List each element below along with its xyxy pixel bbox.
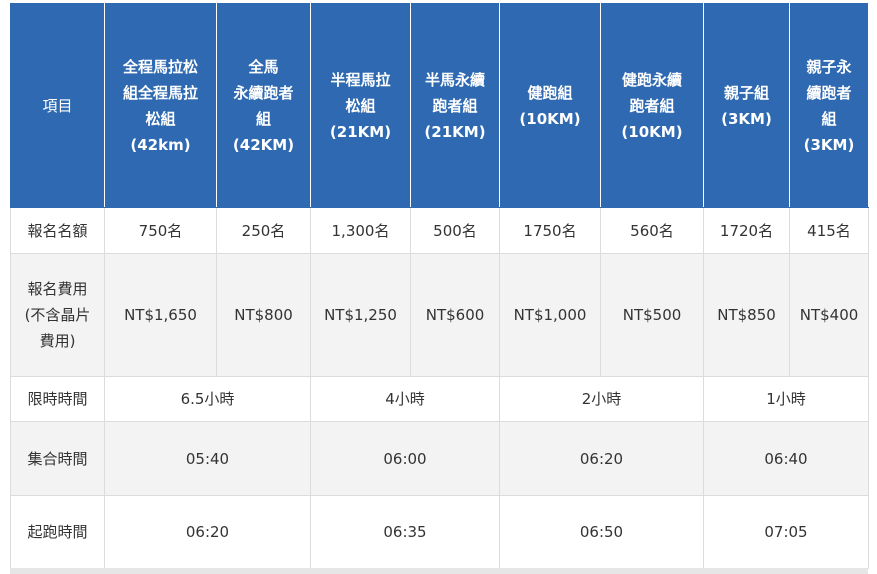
fee-row: 報名費用 (不含晶片 費用) NT$1,650 NT$800 NT$1,250 … xyxy=(10,253,869,377)
fee-cell: NT$600 xyxy=(410,253,500,377)
header-distance: (3KM) xyxy=(803,135,855,154)
fee-label-line: (不含晶片 xyxy=(24,306,91,324)
header-distance: (10KM) xyxy=(621,122,683,141)
header-line: 組全程馬拉 xyxy=(122,83,198,102)
time-limit-cell: 4小時 xyxy=(310,376,500,422)
header-full-marathon: 全程馬拉松 組全程馬拉 松組 (42km) xyxy=(104,3,217,208)
header-line: 永續跑者 xyxy=(233,83,294,102)
quota-cell: 750名 xyxy=(104,207,217,254)
quota-cell: 1750名 xyxy=(499,207,601,254)
header-distance: (42km) xyxy=(130,135,191,154)
header-fun-run: 健跑組 (10KM) xyxy=(499,3,601,208)
time-limit-label: 限時時間 xyxy=(10,376,105,422)
time-limit-cell: 2小時 xyxy=(499,376,704,422)
quota-cell: 250名 xyxy=(216,207,311,254)
quota-row: 報名名額 750名 250名 1,300名 500名 1750名 560名 17… xyxy=(10,207,869,254)
header-half-marathon: 半程馬拉 松組 (21KM) xyxy=(310,3,411,208)
header-distance: (21KM) xyxy=(424,122,486,141)
gather-cell: 06:00 xyxy=(310,421,500,496)
quota-cell: 560名 xyxy=(600,207,704,254)
start-row: 起跑時間 06:20 06:35 06:50 07:05 xyxy=(10,495,869,569)
header-row: 項目 全程馬拉松 組全程馬拉 松組 (42km) 全馬 永續跑者 組 (42KM… xyxy=(10,3,869,208)
fee-cell: NT$1,250 xyxy=(310,253,411,377)
time-limit-cell: 1小時 xyxy=(703,376,869,422)
header-line: 組 xyxy=(821,109,837,128)
header-distance: (21KM) xyxy=(329,122,392,141)
fee-cell: NT$800 xyxy=(216,253,311,377)
header-line: 續跑者 xyxy=(806,83,852,102)
start-label: 起跑時間 xyxy=(10,495,105,569)
quota-cell: 415名 xyxy=(789,207,869,254)
header-line: 半馬永續 xyxy=(424,70,485,89)
header-fun-run-sustainable: 健跑永續 跑者組 (10KM) xyxy=(600,3,704,208)
start-cell: 06:50 xyxy=(499,495,704,569)
header-distance: (42KM) xyxy=(232,135,295,154)
gather-cell: 06:40 xyxy=(703,421,869,496)
time-limit-row: 限時時間 6.5小時 4小時 2小時 1小時 xyxy=(10,376,869,422)
header-line: 松組 xyxy=(345,96,376,115)
header-line: 跑者組 xyxy=(629,96,675,115)
table-bottom-edge xyxy=(10,568,868,574)
fee-cell: NT$400 xyxy=(789,253,869,377)
fee-label-line: 報名費用 xyxy=(27,280,88,298)
header-line: 跑者組 xyxy=(432,96,478,115)
header-full-sustainable: 全馬 永續跑者 組 (42KM) xyxy=(216,3,311,208)
header-line: 健跑永續 xyxy=(621,70,682,89)
header-half-sustainable: 半馬永續 跑者組 (21KM) xyxy=(410,3,500,208)
fee-label-line: 費用) xyxy=(39,332,76,350)
start-cell: 06:35 xyxy=(310,495,500,569)
gather-cell: 05:40 xyxy=(104,421,311,496)
header-distance: (3KM) xyxy=(721,109,772,128)
header-line: 健跑組 xyxy=(527,83,573,102)
fee-cell: NT$850 xyxy=(703,253,790,377)
fee-cell: NT$500 xyxy=(600,253,704,377)
quota-label: 報名名額 xyxy=(10,207,105,254)
header-line: 組 xyxy=(255,109,271,128)
fee-cell: NT$1,000 xyxy=(499,253,601,377)
header-line: 全馬 xyxy=(248,57,279,76)
header-line: 親子永 xyxy=(806,57,852,76)
header-distance: (10KM) xyxy=(519,109,581,128)
quota-cell: 1,300名 xyxy=(310,207,411,254)
race-groups-table: 項目 全程馬拉松 組全程馬拉 松組 (42km) 全馬 永續跑者 組 (42KM… xyxy=(10,3,869,569)
header-line: 松組 xyxy=(145,109,176,128)
fee-label: 報名費用 (不含晶片 費用) xyxy=(10,253,105,377)
quota-cell: 500名 xyxy=(410,207,500,254)
header-family: 親子組 (3KM) xyxy=(703,3,790,208)
time-limit-cell: 6.5小時 xyxy=(104,376,311,422)
header-line: 親子組 xyxy=(723,83,769,102)
start-cell: 06:20 xyxy=(104,495,311,569)
gather-label: 集合時間 xyxy=(10,421,105,496)
gather-row: 集合時間 05:40 06:00 06:20 06:40 xyxy=(10,421,869,496)
header-line: 全程馬拉松 xyxy=(122,57,198,76)
gather-cell: 06:20 xyxy=(499,421,704,496)
fee-cell: NT$1,650 xyxy=(104,253,217,377)
start-cell: 07:05 xyxy=(703,495,869,569)
header-item-label: 項目 xyxy=(10,3,105,208)
header-family-sustainable: 親子永 續跑者 組 (3KM) xyxy=(789,3,869,208)
quota-cell: 1720名 xyxy=(703,207,790,254)
header-line: 半程馬拉 xyxy=(330,70,391,89)
